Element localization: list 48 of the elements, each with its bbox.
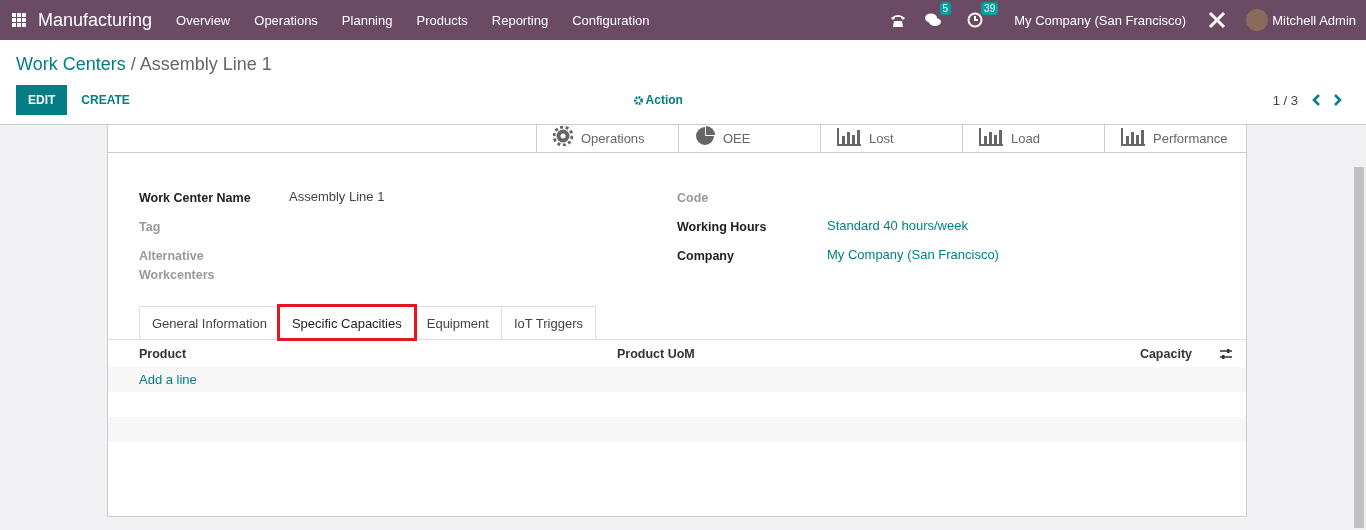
field-label: Working Hours [677, 219, 768, 236]
chat-icon[interactable] [923, 12, 942, 28]
edit-button[interactable]: EDIT [16, 85, 68, 115]
field-label: Company [677, 248, 735, 265]
menu-item[interactable]: Planning [329, 12, 405, 28]
bar-chart-icon [1121, 128, 1145, 146]
field-label: Alternative Workcenters [139, 248, 216, 284]
field-link[interactable]: Standard 40 hours/week [827, 218, 968, 237]
bar-chart-icon [979, 128, 1003, 146]
column-settings-icon[interactable] [1219, 347, 1233, 360]
field-label: Tag [139, 219, 162, 236]
menu-item[interactable]: Configuration [560, 12, 662, 28]
tab[interactable]: IoT Triggers [500, 306, 596, 339]
tab[interactable]: General Information [139, 306, 280, 339]
pie-chart-icon [695, 126, 715, 146]
stat-button[interactable]: Performance [1104, 125, 1246, 152]
clock-icon[interactable] [967, 12, 984, 28]
tab[interactable]: Specific Capacities [278, 306, 415, 339]
bar-chart-icon [837, 128, 861, 146]
field-link[interactable]: My Company (San Francisco) [827, 247, 999, 266]
activity-count-badge: 39 [981, 2, 999, 15]
gear-icon [633, 95, 643, 105]
menu-item[interactable]: Reporting [479, 12, 561, 28]
phone-icon[interactable] [889, 12, 906, 28]
create-button[interactable]: CREATE [67, 93, 144, 107]
action-button[interactable]: Action [627, 92, 689, 108]
apps-menu-icon[interactable] [12, 13, 26, 27]
breadcrumb-current: / Assembly Line 1 [130, 54, 272, 75]
add-line-link[interactable]: Add a line [139, 372, 197, 387]
column-header[interactable]: Product [139, 346, 617, 361]
pager-counter: 1 / 3 [1272, 92, 1298, 108]
menu-item[interactable]: Products [404, 12, 480, 28]
field-label: Work Center Name [139, 190, 252, 207]
user-name[interactable]: Mitchell Admin [1272, 12, 1356, 28]
field-value: Assembly Line 1 [289, 189, 385, 206]
menu-item[interactable]: Overview [164, 12, 243, 28]
message-count-badge: 5 [939, 2, 952, 15]
field-label: Code [677, 190, 710, 207]
breadcrumb-link[interactable]: Work Centers [16, 54, 126, 75]
stat-button[interactable]: Operations [536, 125, 678, 152]
column-header[interactable]: Product UoM [617, 346, 1095, 361]
stat-button[interactable]: Load [962, 125, 1104, 152]
menu-item[interactable]: Operations [242, 12, 330, 28]
column-header[interactable]: Capacity [1095, 346, 1219, 361]
stat-button[interactable]: Lost [820, 125, 962, 152]
app-name[interactable]: Manufacturing [38, 9, 153, 31]
company-switcher[interactable]: My Company (San Francisco) [1014, 12, 1187, 28]
stat-button[interactable]: OEE [678, 125, 820, 152]
